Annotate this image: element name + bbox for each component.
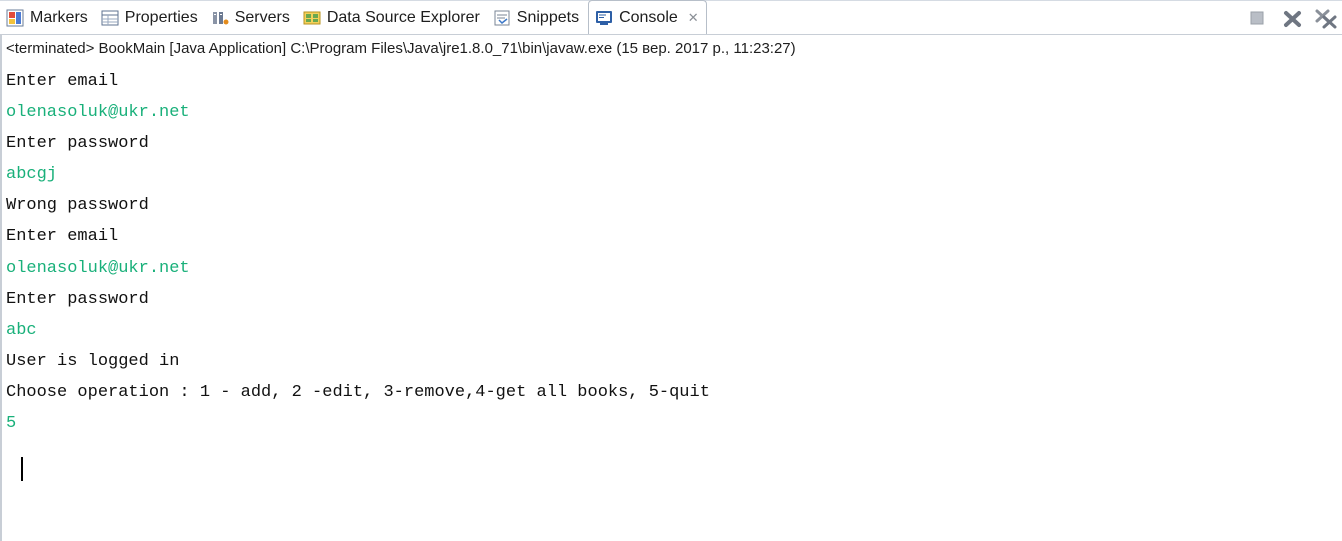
console-output-line: Enter password [6, 134, 149, 154]
console-output-line: Enter email [6, 72, 119, 91]
servers-icon [211, 9, 229, 27]
remove-all-terminated-icon[interactable] [1314, 8, 1340, 30]
view-left-border [0, 35, 2, 541]
snippets-icon [493, 9, 511, 27]
console-icon [595, 9, 613, 27]
console-output-line: Choose operation : 1 - add, 2 -edit, 3-r… [6, 382, 710, 402]
tab-label: Console [619, 8, 678, 26]
markers-icon [6, 9, 24, 27]
tab-snippets[interactable]: Snippets [487, 1, 586, 34]
tab-label: Data Source Explorer [326, 8, 480, 26]
console-output-line: User is logged in [6, 351, 180, 371]
tab-label: Servers [234, 8, 290, 26]
console-status-line: <terminated> BookMain [Java Application]… [6, 40, 796, 57]
view-tab-bar: Markers Properties Servers Data Source E… [0, 0, 1342, 35]
console-input-line: olenasoluk@ukr.net [6, 103, 190, 123]
tab-data-source-explorer[interactable]: Data Source Explorer [297, 1, 487, 34]
console-input-line: abc [6, 320, 37, 340]
remove-launch-icon[interactable] [1282, 8, 1304, 30]
tab-servers[interactable]: Servers [205, 1, 297, 34]
properties-icon [101, 9, 119, 27]
console-output-line: Wrong password [6, 196, 149, 216]
console-input-line: abcgj [6, 165, 58, 185]
console-output-line: Enter email [6, 227, 119, 247]
tab-label: Markers [30, 8, 88, 26]
console-input-line: 5 [6, 414, 17, 434]
text-caret [21, 457, 23, 481]
console-input-line: olenasoluk@ukr.net [6, 258, 190, 278]
terminate-icon[interactable] [1247, 8, 1267, 30]
tab-markers[interactable]: Markers [0, 1, 95, 34]
tab-console[interactable]: Console ✕ [588, 0, 707, 34]
console-output-line: Enter password [6, 289, 149, 309]
tab-properties[interactable]: Properties [95, 1, 205, 34]
data-source-explorer-icon [303, 9, 321, 27]
tab-label: Snippets [516, 8, 580, 26]
close-tab-icon[interactable]: ✕ [688, 10, 699, 26]
tab-label: Properties [124, 8, 198, 26]
console-output-area[interactable]: Enter email olenasoluk@ukr.net Enter passw… [6, 66, 1326, 526]
